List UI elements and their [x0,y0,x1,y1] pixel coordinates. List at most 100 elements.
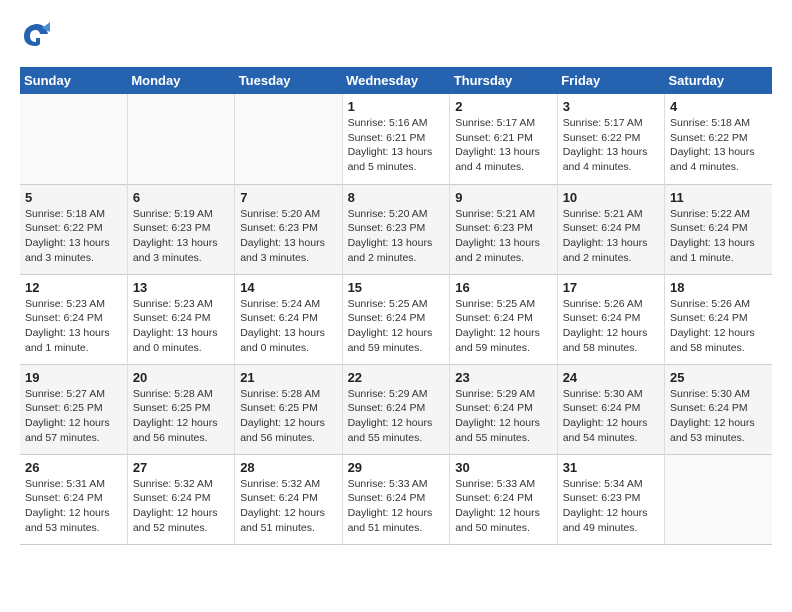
day-number: 23 [455,370,551,385]
day-number: 29 [348,460,445,475]
day-cell: 8Sunrise: 5:20 AM Sunset: 6:23 PM Daylig… [342,184,450,274]
day-cell: 13 Sunrise: 5:23 AM Sunset: 6:24 PM Dayli… [127,274,234,364]
day-info: Sunrise: 5:32 AM Sunset: 6:24 PM Dayligh… [133,477,229,536]
day-cell: 24 Sunrise: 5:30 AM Sunset: 6:24 PM Dayli… [557,364,664,454]
day-info: Sunrise: 5:33 AM Sunset: 6:24 PM Dayligh… [455,477,551,536]
day-info: Sunrise: 5:19 AM Sunset: 6:23 PM Dayligh… [133,207,229,266]
day-number: 12 [25,280,122,295]
day-cell: 29 Sunrise: 5:33 AM Sunset: 6:24 PM Dayli… [342,454,450,544]
day-cell [127,94,234,184]
day-number: 24 [563,370,659,385]
day-info: Sunrise: 5:27 AM Sunset: 6:25 PM Dayligh… [25,387,122,446]
day-cell [20,94,127,184]
day-cell: 22 Sunrise: 5:29 AM Sunset: 6:24 PM Dayli… [342,364,450,454]
day-number: 9 [455,190,551,205]
day-cell: 25 Sunrise: 5:30 AM Sunset: 6:24 PM Dayli… [665,364,773,454]
day-cell: 12 Sunrise: 5:23 AM Sunset: 6:24 PM Dayli… [20,274,127,364]
day-info: Sunrise: 5:31 AM Sunset: 6:24 PM Dayligh… [25,477,122,536]
day-cell: 4Sunrise: 5:18 AM Sunset: 6:22 PM Daylig… [665,94,773,184]
day-cell: 3 Sunrise: 5:17 AM Sunset: 6:22 PM Daylig… [557,94,664,184]
day-info: Sunrise: 5:17 AM Sunset: 6:21 PM Dayligh… [455,116,551,175]
day-cell: 14 Sunrise: 5:24 AM Sunset: 6:24 PM Dayli… [235,274,342,364]
header-cell-wednesday: Wednesday [342,67,450,94]
day-number: 22 [348,370,445,385]
day-number: 13 [133,280,229,295]
day-cell: 7 Sunrise: 5:20 AM Sunset: 6:23 PM Daylig… [235,184,342,274]
day-cell: 10Sunrise: 5:21 AM Sunset: 6:24 PM Dayli… [557,184,664,274]
day-number: 25 [670,370,767,385]
logo-icon [20,20,52,52]
day-number: 19 [25,370,122,385]
day-number: 18 [670,280,767,295]
day-number: 6 [133,190,229,205]
logo [20,20,58,52]
day-info: Sunrise: 5:18 AM Sunset: 6:22 PM Dayligh… [25,207,122,266]
week-row-2: 5Sunrise: 5:18 AM Sunset: 6:22 PM Daylig… [20,184,772,274]
day-number: 21 [240,370,336,385]
day-info: Sunrise: 5:20 AM Sunset: 6:23 PM Dayligh… [240,207,336,266]
day-cell: 23 Sunrise: 5:29 AM Sunset: 6:24 PM Dayli… [450,364,557,454]
day-number: 8 [348,190,445,205]
day-number: 27 [133,460,229,475]
day-cell: 27 Sunrise: 5:32 AM Sunset: 6:24 PM Dayli… [127,454,234,544]
day-info: Sunrise: 5:24 AM Sunset: 6:24 PM Dayligh… [240,297,336,356]
day-number: 2 [455,99,551,114]
day-cell: 16Sunrise: 5:25 AM Sunset: 6:24 PM Dayli… [450,274,557,364]
day-cell: 11 Sunrise: 5:22 AM Sunset: 6:24 PM Dayli… [665,184,773,274]
day-info: Sunrise: 5:26 AM Sunset: 6:24 PM Dayligh… [563,297,659,356]
day-info: Sunrise: 5:23 AM Sunset: 6:24 PM Dayligh… [133,297,229,356]
day-number: 1 [348,99,445,114]
day-number: 11 [670,190,767,205]
day-info: Sunrise: 5:29 AM Sunset: 6:24 PM Dayligh… [455,387,551,446]
header-cell-monday: Monday [127,67,234,94]
day-number: 17 [563,280,659,295]
calendar-body: 1Sunrise: 5:16 AM Sunset: 6:21 PM Daylig… [20,94,772,544]
day-number: 10 [563,190,659,205]
day-info: Sunrise: 5:29 AM Sunset: 6:24 PM Dayligh… [348,387,445,446]
day-number: 31 [563,460,659,475]
day-cell: 19 Sunrise: 5:27 AM Sunset: 6:25 PM Dayli… [20,364,127,454]
day-cell: 17 Sunrise: 5:26 AM Sunset: 6:24 PM Dayli… [557,274,664,364]
day-info: Sunrise: 5:28 AM Sunset: 6:25 PM Dayligh… [133,387,229,446]
day-info: Sunrise: 5:32 AM Sunset: 6:24 PM Dayligh… [240,477,336,536]
header-row: SundayMondayTuesdayWednesdayThursdayFrid… [20,67,772,94]
day-info: Sunrise: 5:30 AM Sunset: 6:24 PM Dayligh… [563,387,659,446]
day-info: Sunrise: 5:33 AM Sunset: 6:24 PM Dayligh… [348,477,445,536]
day-cell: 31 Sunrise: 5:34 AM Sunset: 6:23 PM Dayli… [557,454,664,544]
week-row-3: 12 Sunrise: 5:23 AM Sunset: 6:24 PM Dayli… [20,274,772,364]
week-row-1: 1Sunrise: 5:16 AM Sunset: 6:21 PM Daylig… [20,94,772,184]
day-cell: 15Sunrise: 5:25 AM Sunset: 6:24 PM Dayli… [342,274,450,364]
day-info: Sunrise: 5:34 AM Sunset: 6:23 PM Dayligh… [563,477,659,536]
day-number: 28 [240,460,336,475]
header-cell-sunday: Sunday [20,67,127,94]
day-number: 7 [240,190,336,205]
day-number: 20 [133,370,229,385]
day-info: Sunrise: 5:23 AM Sunset: 6:24 PM Dayligh… [25,297,122,356]
day-number: 3 [563,99,659,114]
day-info: Sunrise: 5:26 AM Sunset: 6:24 PM Dayligh… [670,297,767,356]
day-info: Sunrise: 5:25 AM Sunset: 6:24 PM Dayligh… [348,297,445,356]
day-cell: 6 Sunrise: 5:19 AM Sunset: 6:23 PM Daylig… [127,184,234,274]
day-number: 30 [455,460,551,475]
week-row-5: 26 Sunrise: 5:31 AM Sunset: 6:24 PM Dayli… [20,454,772,544]
day-info: Sunrise: 5:17 AM Sunset: 6:22 PM Dayligh… [563,116,659,175]
day-cell: 9 Sunrise: 5:21 AM Sunset: 6:23 PM Daylig… [450,184,557,274]
header-cell-saturday: Saturday [665,67,773,94]
day-cell: 18 Sunrise: 5:26 AM Sunset: 6:24 PM Dayli… [665,274,773,364]
header-cell-thursday: Thursday [450,67,557,94]
week-row-4: 19 Sunrise: 5:27 AM Sunset: 6:25 PM Dayli… [20,364,772,454]
day-info: Sunrise: 5:30 AM Sunset: 6:24 PM Dayligh… [670,387,767,446]
day-number: 4 [670,99,767,114]
day-info: Sunrise: 5:22 AM Sunset: 6:24 PM Dayligh… [670,207,767,266]
day-cell: 26 Sunrise: 5:31 AM Sunset: 6:24 PM Dayli… [20,454,127,544]
header-cell-tuesday: Tuesday [235,67,342,94]
calendar-header: SundayMondayTuesdayWednesdayThursdayFrid… [20,67,772,94]
header-cell-friday: Friday [557,67,664,94]
day-info: Sunrise: 5:21 AM Sunset: 6:23 PM Dayligh… [455,207,551,266]
day-cell: 30 Sunrise: 5:33 AM Sunset: 6:24 PM Dayli… [450,454,557,544]
day-cell: 20 Sunrise: 5:28 AM Sunset: 6:25 PM Dayli… [127,364,234,454]
day-number: 14 [240,280,336,295]
day-number: 26 [25,460,122,475]
page-header [20,20,772,52]
day-cell: 2 Sunrise: 5:17 AM Sunset: 6:21 PM Daylig… [450,94,557,184]
